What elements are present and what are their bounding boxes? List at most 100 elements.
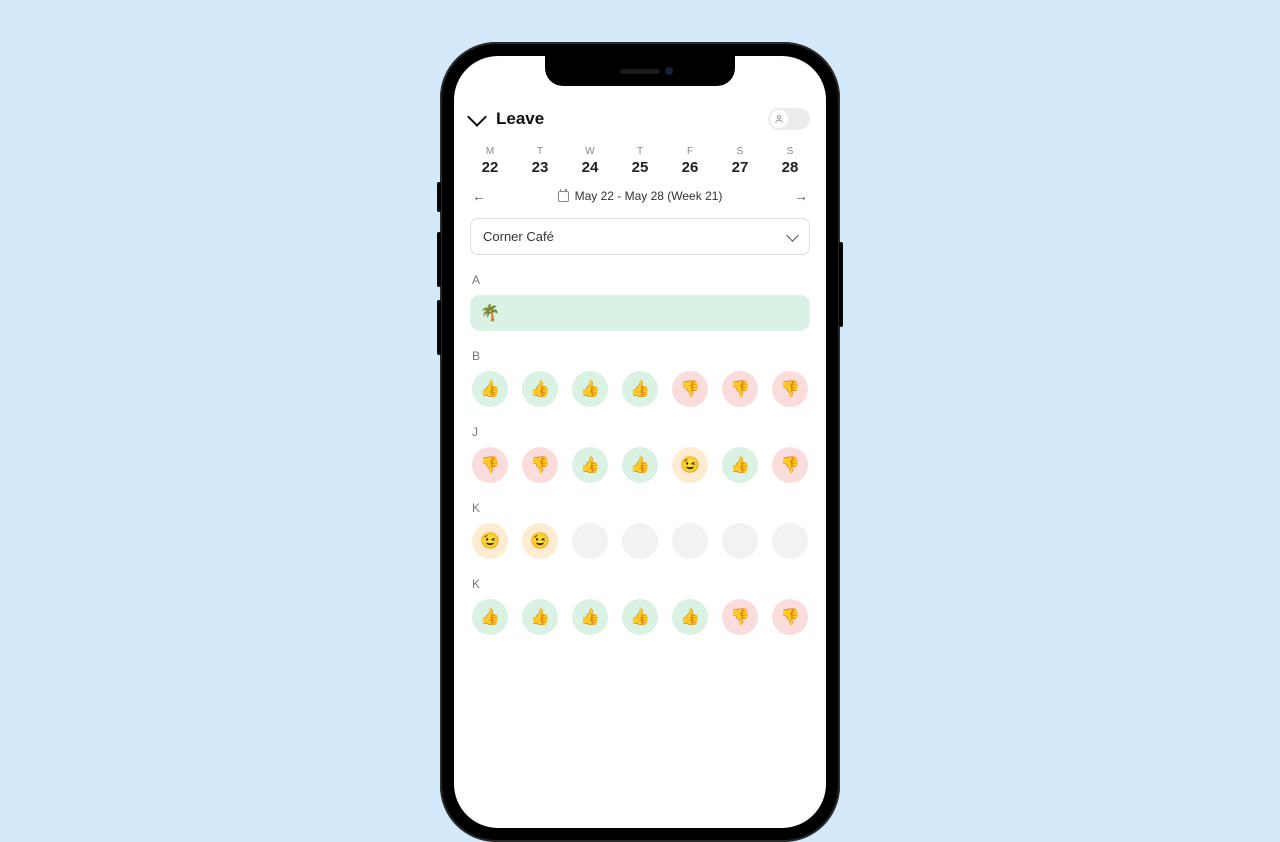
thumbs-down-icon: 👎 xyxy=(680,379,700,399)
availability-cell-up[interactable]: 👍 xyxy=(472,371,508,407)
day-of-week: F xyxy=(672,146,708,157)
week-days-row: M22 T 23 W 24 T 25 F 26 S 27 S28 xyxy=(470,146,810,176)
thumbs-up-icon: 👍 xyxy=(530,607,550,627)
next-week-button[interactable]: → xyxy=(794,188,808,204)
day-column[interactable]: S28 xyxy=(772,146,808,176)
availability-row: 👍 👍 👍 👍 👎 👎 👎 xyxy=(470,371,810,407)
availability-cell-up[interactable]: 👍 xyxy=(722,447,758,483)
thumbs-up-icon: 👍 xyxy=(480,607,500,627)
availability-cell-up[interactable]: 👍 xyxy=(622,447,658,483)
thumbs-down-icon: 👎 xyxy=(730,607,750,627)
day-of-week: T xyxy=(622,146,658,157)
availability-row: 👎 👎 👍 👍 😉 👍 👎 xyxy=(470,447,810,483)
week-range-label[interactable]: May 22 - May 28 (Week 21) xyxy=(558,189,723,203)
thumbs-down-icon: 👎 xyxy=(780,455,800,475)
thumbs-up-icon: 👍 xyxy=(630,455,650,475)
person-icon xyxy=(770,110,788,128)
calendar-icon xyxy=(558,191,569,202)
day-number: 27 xyxy=(722,159,758,176)
phone-notch xyxy=(545,56,735,86)
day-column[interactable]: T 25 xyxy=(622,146,658,176)
availability-cell-empty[interactable] xyxy=(672,523,708,559)
chevron-down-icon xyxy=(786,229,799,242)
day-of-week: W xyxy=(572,146,608,157)
employee-initial-label: B xyxy=(470,349,810,363)
employee-initial-label: K xyxy=(470,501,810,515)
thumbs-down-icon: 👎 xyxy=(780,607,800,627)
availability-cell-up[interactable]: 👍 xyxy=(622,371,658,407)
dropdown-chevron-icon[interactable] xyxy=(467,107,487,127)
day-column[interactable]: T 23 xyxy=(522,146,558,176)
day-column[interactable]: W 24 xyxy=(572,146,608,176)
availability-cell-empty[interactable] xyxy=(622,523,658,559)
thumbs-up-icon: 👍 xyxy=(580,455,600,475)
palm-tree-icon: 🌴 xyxy=(480,303,500,323)
week-range-text: May 22 - May 28 (Week 21) xyxy=(575,189,723,203)
availability-cell-up[interactable]: 👍 xyxy=(672,599,708,635)
location-selected-label: Corner Café xyxy=(483,229,554,244)
employee-initial-label: J xyxy=(470,425,810,439)
availability-cell-down[interactable]: 👎 xyxy=(722,599,758,635)
side-button xyxy=(437,182,441,212)
availability-cell-up[interactable]: 👍 xyxy=(622,599,658,635)
day-column[interactable]: M22 xyxy=(472,146,508,176)
week-navigator: ← May 22 - May 28 (Week 21) → xyxy=(470,188,810,204)
availability-cell-down[interactable]: 👎 xyxy=(472,447,508,483)
availability-row: 👍 👍 👍 👍 👍 👎 👎 xyxy=(470,599,810,635)
availability-cell-down[interactable]: 👎 xyxy=(722,371,758,407)
app-header: Leave xyxy=(470,108,810,130)
thumbs-up-icon: 👍 xyxy=(730,455,750,475)
wink-face-icon: 😉 xyxy=(680,455,700,475)
side-button xyxy=(839,242,843,327)
day-column[interactable]: S 27 xyxy=(722,146,758,176)
day-number: 24 xyxy=(572,159,608,176)
side-button xyxy=(437,300,441,355)
availability-cell-empty[interactable] xyxy=(722,523,758,559)
availability-cell-up[interactable]: 👍 xyxy=(572,599,608,635)
day-number: 26 xyxy=(672,159,708,176)
availability-cell-up[interactable]: 👍 xyxy=(522,599,558,635)
availability-cell-up[interactable]: 👍 xyxy=(572,371,608,407)
wink-face-icon: 😉 xyxy=(480,531,500,551)
thumbs-up-icon: 👍 xyxy=(630,607,650,627)
availability-cell-down[interactable]: 👎 xyxy=(772,447,808,483)
phone-screen: Leave M22 T 23 W 24 T 25 F 26 S 27 S28 ← May 22 - M… xyxy=(454,56,826,828)
availability-cell-down[interactable]: 👎 xyxy=(522,447,558,483)
employee-initial-label: A xyxy=(470,273,810,287)
day-column[interactable]: F 26 xyxy=(672,146,708,176)
thumbs-up-icon: 👍 xyxy=(580,379,600,399)
location-select[interactable]: Corner Café xyxy=(470,218,810,255)
day-of-week: T xyxy=(522,146,558,157)
employee-initial-label: K xyxy=(470,577,810,591)
thumbs-up-icon: 👍 xyxy=(530,379,550,399)
user-toggle[interactable] xyxy=(768,108,810,130)
availability-cell-empty[interactable] xyxy=(572,523,608,559)
day-number: 23 xyxy=(522,159,558,176)
availability-cell-maybe[interactable]: 😉 xyxy=(522,523,558,559)
thumbs-up-icon: 👍 xyxy=(630,379,650,399)
availability-cell-maybe[interactable]: 😉 xyxy=(672,447,708,483)
availability-row: 😉😉 xyxy=(470,523,810,559)
availability-cell-down[interactable]: 👎 xyxy=(772,371,808,407)
availability-cell-up[interactable]: 👍 xyxy=(572,447,608,483)
day-of-week: S xyxy=(722,146,758,157)
page-title: Leave xyxy=(496,109,544,129)
wink-face-icon: 😉 xyxy=(530,531,550,551)
availability-cell-maybe[interactable]: 😉 xyxy=(472,523,508,559)
availability-cell-up[interactable]: 👍 xyxy=(472,599,508,635)
phone-frame: Leave M22 T 23 W 24 T 25 F 26 S 27 S28 ← May 22 - M… xyxy=(440,42,840,842)
availability-cell-empty[interactable] xyxy=(772,523,808,559)
thumbs-down-icon: 👎 xyxy=(530,455,550,475)
day-number: 25 xyxy=(622,159,658,176)
thumbs-down-icon: 👎 xyxy=(780,379,800,399)
availability-cell-down[interactable]: 👎 xyxy=(772,599,808,635)
thumbs-down-icon: 👎 xyxy=(730,379,750,399)
availability-cell-up[interactable]: 👍 xyxy=(522,371,558,407)
thumbs-up-icon: 👍 xyxy=(480,379,500,399)
availability-cell-down[interactable]: 👎 xyxy=(672,371,708,407)
day-number: 28 xyxy=(772,159,808,176)
thumbs-down-icon: 👎 xyxy=(480,455,500,475)
thumbs-up-icon: 👍 xyxy=(680,607,700,627)
leave-bar[interactable]: 🌴 xyxy=(470,295,810,331)
prev-week-button[interactable]: ← xyxy=(472,188,486,204)
